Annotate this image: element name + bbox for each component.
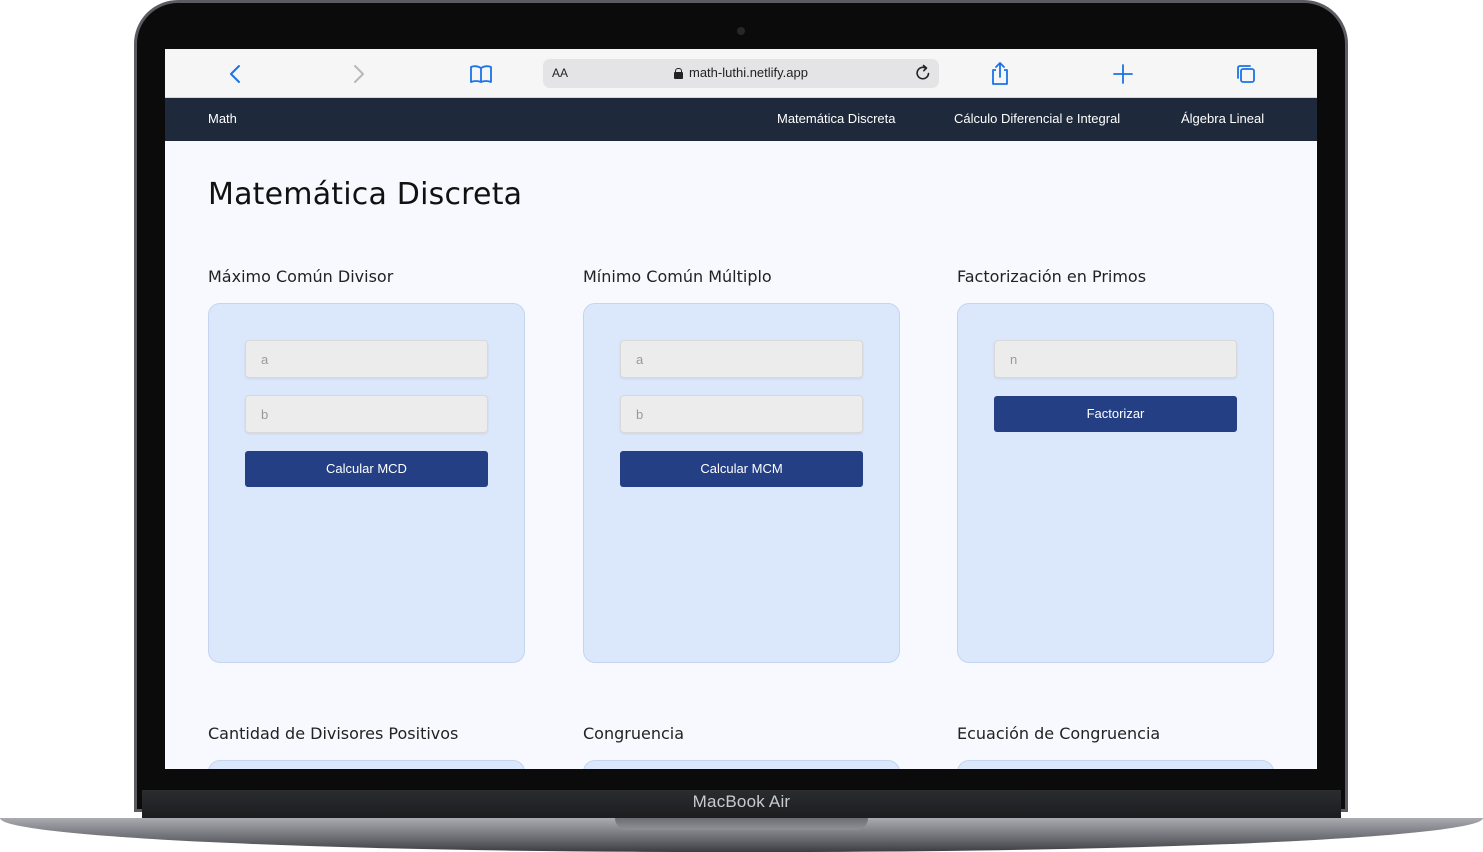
site-navbar: Math Matemática Discreta Cálculo Diferen… [165,98,1317,141]
reload-icon[interactable] [913,63,933,83]
section-title-ecuacion-congruencia: Ecuación de Congruencia [957,724,1161,743]
section-title-mcm: Mínimo Común Múltiplo [583,267,772,286]
tabs-icon[interactable] [1233,61,1259,87]
new-tab-icon[interactable] [1110,61,1136,87]
calcular-mcd-button[interactable]: Calcular MCD [245,451,488,487]
factorizacion-input-n[interactable] [994,340,1237,378]
url-text: math-luthi.netlify.app [689,65,808,80]
mcm-card: Calcular MCM [583,303,900,663]
lock-icon [674,68,683,79]
camera [737,27,745,35]
section-title-divisores: Cantidad de Divisores Positivos [208,724,459,743]
divisores-card [208,760,525,769]
factorizacion-card: Factorizar [957,303,1274,663]
congruencia-card [583,760,900,769]
screen: AA math-luthi.netlify.app Math Matemátic… [165,49,1317,769]
forward-icon[interactable] [345,61,371,87]
model-label: MacBook Air [692,792,791,811]
calcular-mcm-button[interactable]: Calcular MCM [620,451,863,487]
ecuacion-congruencia-card [957,760,1274,769]
section-title-mcd: Máximo Común Divisor [208,267,394,286]
brand-link[interactable]: Math [208,111,237,126]
nav-link-calculo[interactable]: Cálculo Diferencial e Integral [954,111,1120,126]
section-title-factorizacion: Factorización en Primos [957,267,1147,286]
browser-toolbar: AA math-luthi.netlify.app [165,49,1317,98]
mcd-input-a[interactable] [245,340,488,378]
back-icon[interactable] [223,61,249,87]
nav-link-matematica-discreta[interactable]: Matemática Discreta [777,111,895,126]
mcd-card: Calcular MCD [208,303,525,663]
address-bar[interactable]: AA math-luthi.netlify.app [543,59,939,88]
section-title-congruencia: Congruencia [583,724,685,743]
factorizar-button[interactable]: Factorizar [994,396,1237,432]
bookmarks-icon[interactable] [468,61,494,87]
nav-link-algebra-lineal[interactable]: Álgebra Lineal [1181,111,1264,126]
url-display: math-luthi.netlify.app [543,65,939,80]
mcm-input-a[interactable] [620,340,863,378]
mcd-input-b[interactable] [245,395,488,433]
share-icon[interactable] [987,61,1013,87]
mcm-input-b[interactable] [620,395,863,433]
page-title: Matemática Discreta [208,177,523,212]
laptop-notch [615,818,868,830]
